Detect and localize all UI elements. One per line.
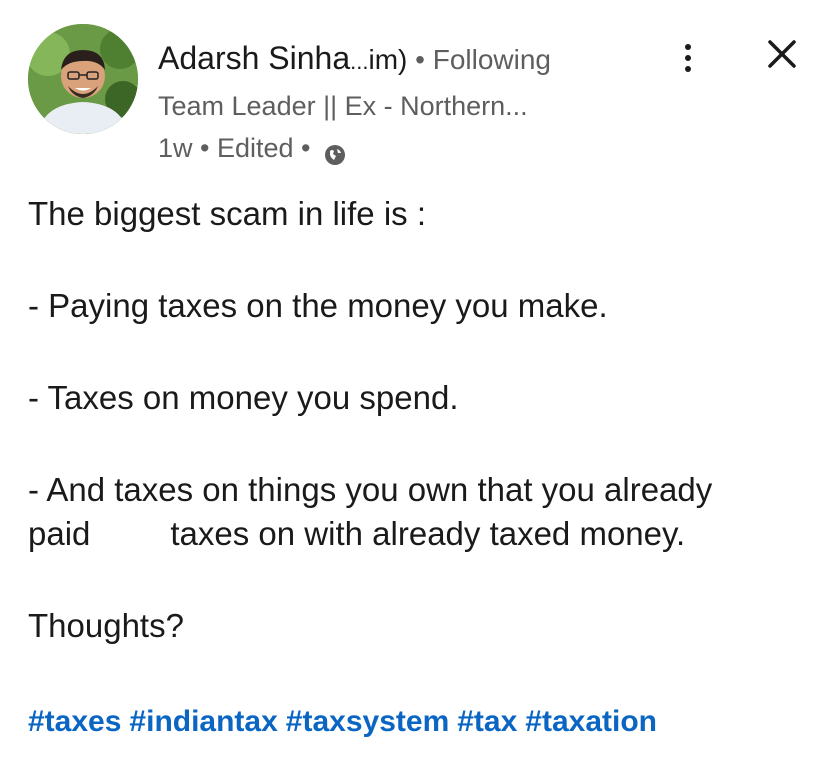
post-time: 1w (158, 133, 193, 163)
close-icon[interactable] (762, 34, 802, 74)
author-line: Adarsh Sinha...im) • Following (158, 36, 551, 84)
post-line: - Taxes on money you spend. (28, 379, 459, 416)
hashtags: #taxes #indiantax #taxsystem #tax #taxation (28, 700, 665, 744)
author-headline: Team Leader || Ex - Northern... (158, 91, 528, 121)
post-body: The biggest scam in life is : - Paying t… (28, 192, 808, 648)
more-options-icon[interactable] (670, 36, 706, 80)
post-line: - And taxes on things you own that you a… (28, 471, 713, 508)
separator-dot: • (407, 44, 433, 75)
separator-dot: • (293, 133, 319, 163)
hashtag-link[interactable]: #indiantax (129, 705, 277, 738)
author-name-truncation: ... (350, 49, 369, 74)
edited-label: Edited (216, 133, 294, 163)
post-meta: 1w • Edited • (158, 128, 346, 168)
hashtag-link[interactable]: #taxsystem (286, 705, 449, 738)
hashtag-link[interactable]: #taxes (28, 705, 121, 738)
hashtag-link[interactable]: #tax (457, 705, 517, 738)
author-name-suffix: im) (368, 44, 408, 75)
avatar-photo (28, 24, 138, 134)
post-line: Thoughts? (28, 607, 184, 644)
author-name[interactable]: Adarsh Sinha (158, 40, 350, 76)
post-line: The biggest scam in life is : (28, 195, 426, 232)
post-word: paid (28, 515, 91, 552)
separator-dot: • (192, 133, 217, 163)
post-fragment: taxes on with already taxed money. (170, 515, 686, 552)
hashtag-link[interactable]: #taxation (525, 705, 657, 738)
globe-icon (324, 137, 346, 165)
follow-status[interactable]: Following (433, 44, 551, 75)
post-line: - Paying taxes on the money you make. (28, 287, 608, 324)
post-line: paid taxes on with already taxed money. (28, 512, 808, 556)
avatar[interactable] (28, 24, 138, 134)
